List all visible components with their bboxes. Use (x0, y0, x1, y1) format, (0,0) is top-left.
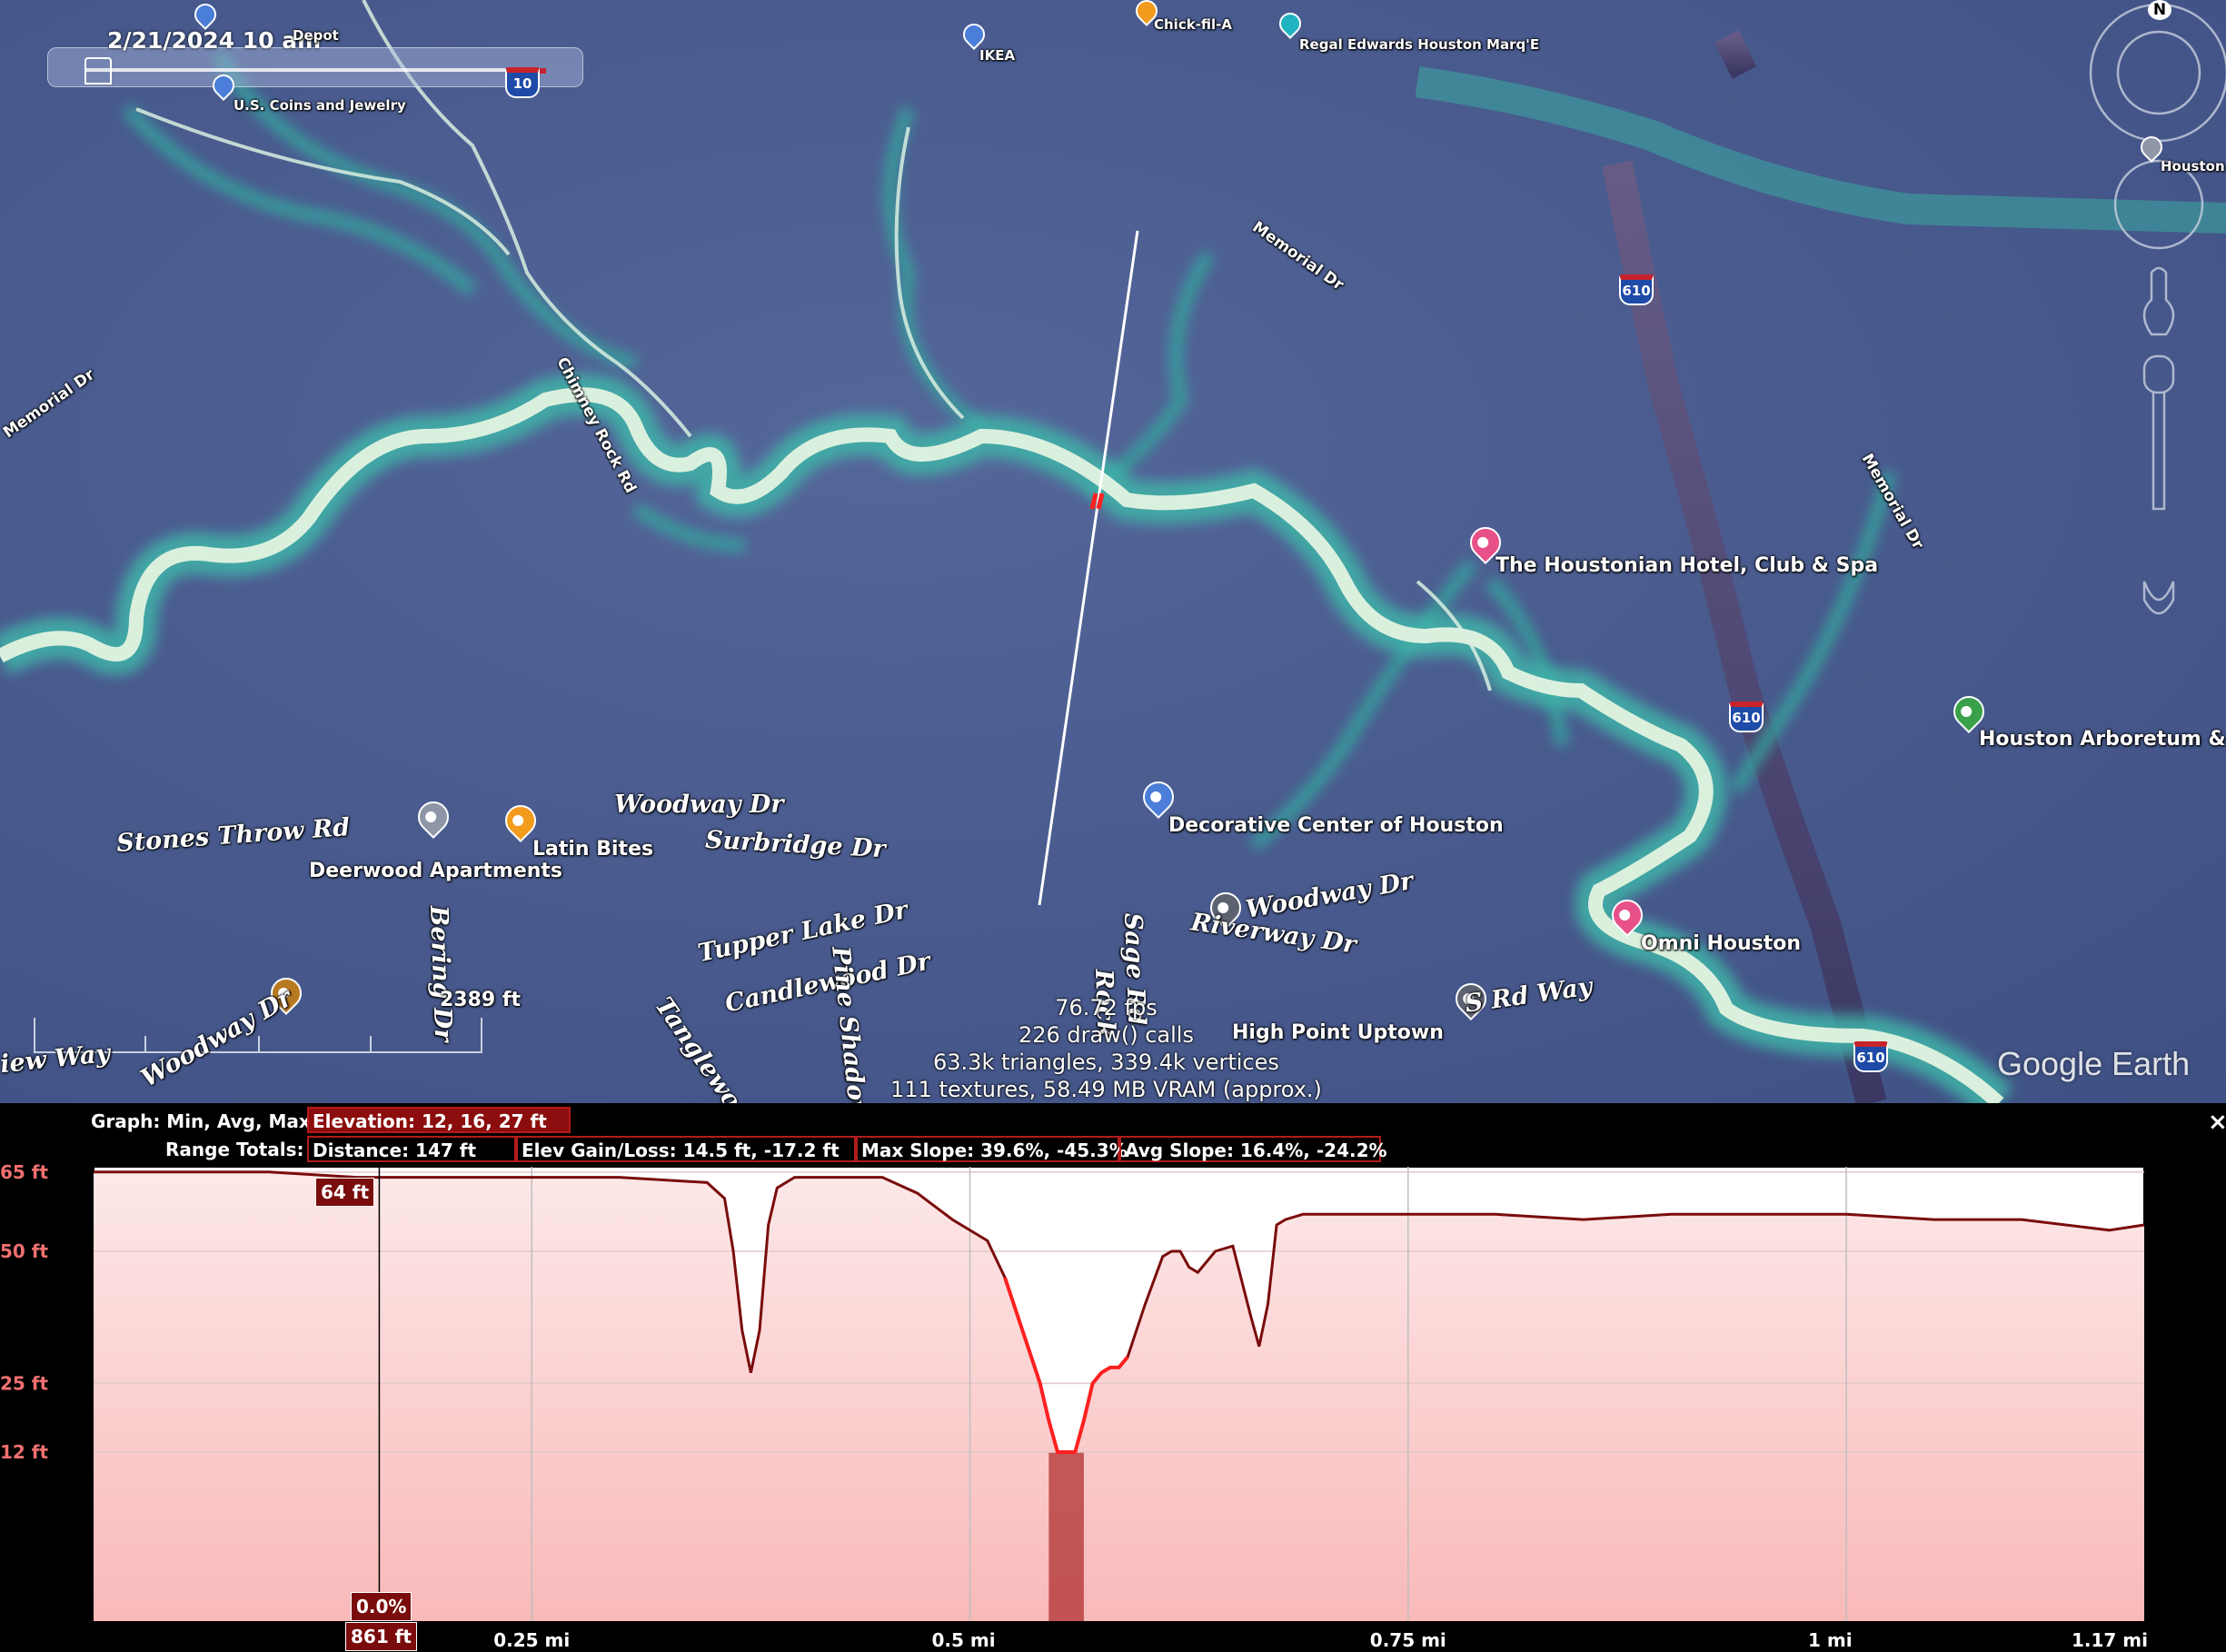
google-earth-window: 2/21/2024 10 am 10 610 610 610 Depot U.S… (0, 0, 2226, 1652)
interstate-10-shield: 10 (505, 67, 540, 98)
poi-decorative-center[interactable]: Decorative Center of Houston (1168, 814, 1504, 837)
poi-latin-bites[interactable]: Latin Bites (532, 838, 653, 861)
poi-deerwood[interactable]: Deerwood Apartments (309, 860, 562, 882)
terrain-layer (0, 0, 2226, 1103)
poi-houstonian[interactable]: The Houstonian Hotel, Club & Spa (1496, 554, 1878, 577)
y-tick-label: 50 ft (0, 1240, 48, 1262)
interstate-610-shield: 610 (1729, 702, 1764, 732)
poi-regal[interactable]: Regal Edwards Houston Marq'E (1299, 36, 1539, 53)
poi-omni[interactable]: Omni Houston (1641, 932, 1801, 955)
stats-draw-calls: 226 draw() calls (1018, 1022, 1194, 1048)
interstate-610-shield: 610 (1619, 274, 1654, 305)
google-earth-logo: Google Earth (1997, 1045, 2191, 1082)
x-tick-label: 0.75 mi (1370, 1629, 1446, 1651)
x-tick-label: 0.25 mi (493, 1629, 570, 1651)
time-slider-date: 2/21/2024 10 am (107, 27, 322, 54)
interstate-610-shield: 610 (1853, 1041, 1888, 1072)
stats-triangles: 63.3k triangles, 339.4k vertices (933, 1050, 1279, 1075)
poi-arboretum[interactable]: Houston Arboretum & N (1979, 728, 2226, 751)
x-tick-label: 1 mi (1808, 1629, 1853, 1651)
poi-depot[interactable]: Depot (293, 27, 339, 44)
poi-chick-fil-a[interactable]: Chick-fil-A (1154, 16, 1232, 33)
poi-us-coins[interactable]: U.S. Coins and Jewelry (234, 97, 406, 114)
render-stats: 76.72 fps 226 draw() calls 63.3k triangl… (890, 994, 1322, 1103)
poi-houston[interactable]: Houston (2161, 158, 2225, 174)
time-slider-start-handle[interactable] (84, 57, 112, 85)
y-tick-label: 12 ft (0, 1441, 48, 1463)
time-slider-track[interactable] (84, 68, 546, 72)
cursor-slope-flag: 0.0% (351, 1592, 412, 1621)
navigation-controls (2089, 3, 2226, 615)
selected-range-band (1048, 1451, 1084, 1621)
y-tick-label: 25 ft (0, 1372, 48, 1394)
scale-bar-label: 2389 ft (440, 989, 521, 1011)
compass-north-label[interactable]: N (2148, 0, 2171, 20)
cursor-distance-flag: 861 ft (345, 1622, 417, 1651)
measure-path-line (1038, 230, 1139, 906)
stats-fps: 76.72 fps (1055, 995, 1158, 1020)
x-tick-label: 1.17 mi (2072, 1629, 2148, 1651)
y-tick-label: 65 ft (0, 1161, 48, 1183)
road-label: Woodway Dr (614, 791, 784, 819)
x-tick-label: 0.5 mi (932, 1629, 996, 1651)
map-view[interactable]: 2/21/2024 10 am 10 610 610 610 Depot U.S… (0, 0, 2226, 1103)
road-label: Bering Dr (424, 905, 458, 1043)
poi-ikea[interactable]: IKEA (979, 47, 1015, 64)
cursor-elevation-flag: 64 ft (315, 1178, 375, 1207)
stats-textures: 111 textures, 58.49 MB VRAM (approx.) (890, 1077, 1322, 1102)
